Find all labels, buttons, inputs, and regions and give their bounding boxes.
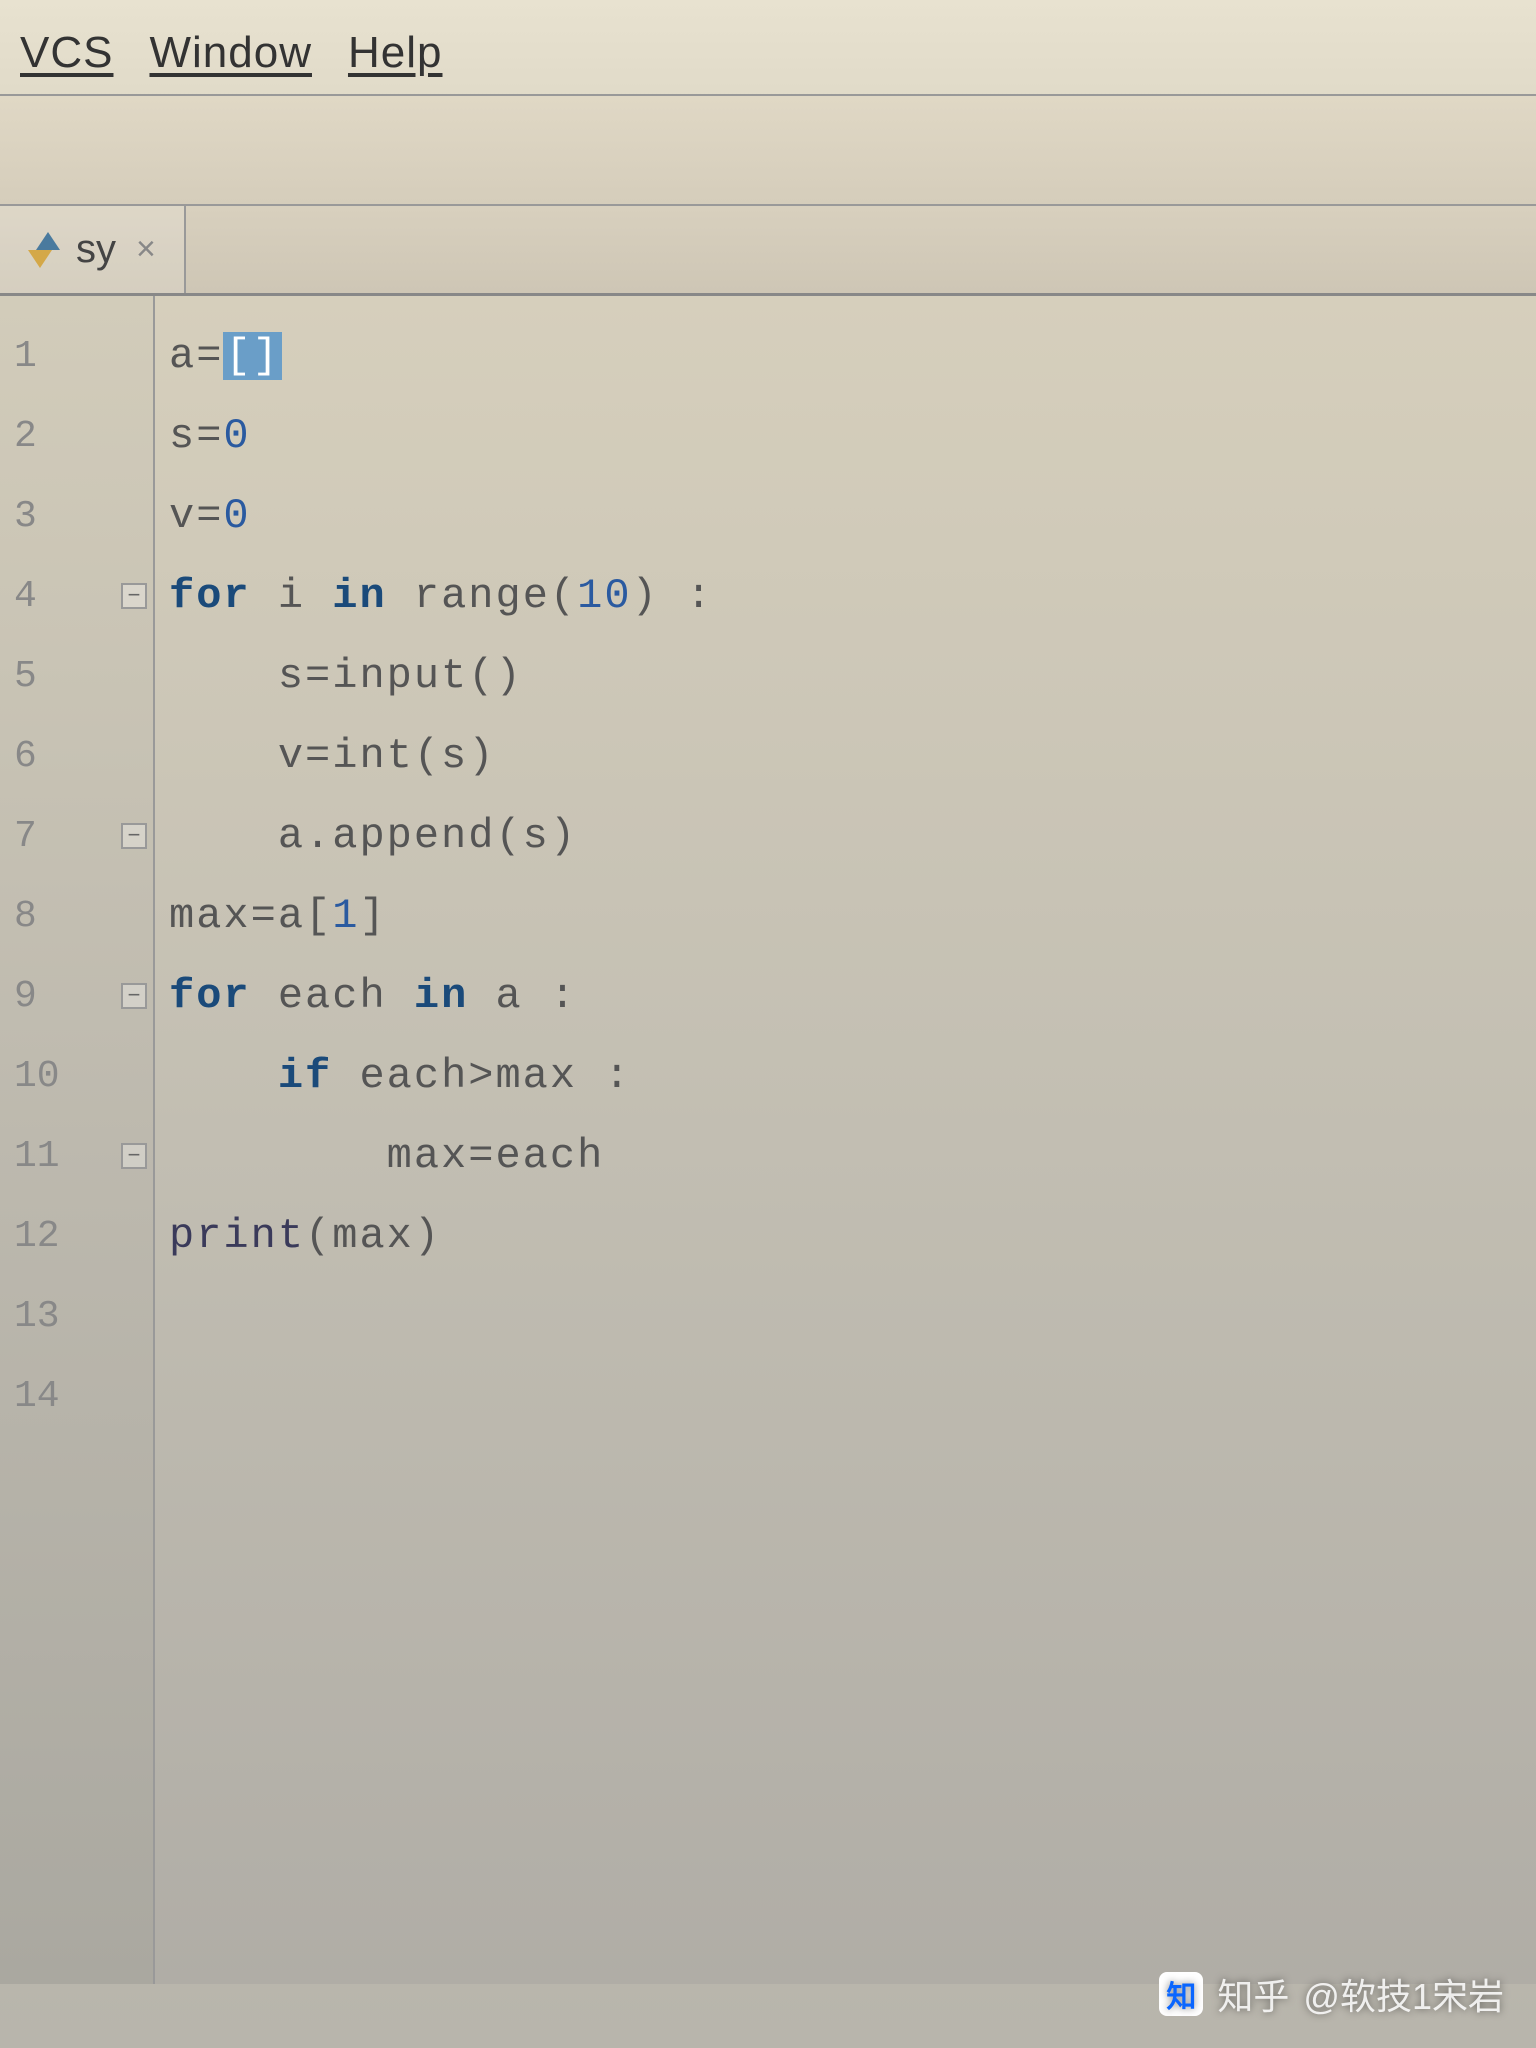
menu-help[interactable]: Help xyxy=(348,28,443,78)
line-number: 5 xyxy=(0,636,153,716)
code-editor[interactable]: a=[]s=0v=0for i in range(10) : s=input()… xyxy=(155,296,1536,1984)
line-number: 13 xyxy=(0,1276,153,1356)
watermark: 知 知乎 @软技1宋岩 xyxy=(1159,1968,1504,2020)
line-number: 6 xyxy=(0,716,153,796)
menu-window[interactable]: Window xyxy=(149,28,312,78)
line-number: 7− xyxy=(0,796,153,876)
line-gutter: 1234−567−89−1011−121314 xyxy=(0,296,155,1984)
line-number: 14 xyxy=(0,1356,153,1436)
watermark-author: @软技1宋岩 xyxy=(1303,1968,1504,2020)
code-line[interactable]: a.append(s) xyxy=(169,796,1536,876)
zhihu-icon: 知 xyxy=(1159,1972,1203,2016)
fold-marker-icon[interactable]: − xyxy=(121,983,147,1009)
code-line[interactable]: max=each xyxy=(169,1116,1536,1196)
editor-tab[interactable]: sy × xyxy=(0,206,186,293)
code-line[interactable]: if each>max : xyxy=(169,1036,1536,1116)
tab-bar: sy × xyxy=(0,206,1536,296)
code-line[interactable] xyxy=(169,1356,1536,1436)
line-number: 12 xyxy=(0,1196,153,1276)
code-line[interactable]: for each in a : xyxy=(169,956,1536,1036)
editor-area: 1234−567−89−1011−121314 a=[]s=0v=0for i … xyxy=(0,296,1536,1984)
watermark-site: 知乎 xyxy=(1217,1968,1289,2020)
ide-window: VCS Window Help sy × 1234−567−89−1011−12… xyxy=(0,0,1536,2048)
code-line[interactable]: s=0 xyxy=(169,396,1536,476)
line-number: 4− xyxy=(0,556,153,636)
code-line[interactable]: for i in range(10) : xyxy=(169,556,1536,636)
tab-label: sy xyxy=(76,227,116,272)
line-number: 3 xyxy=(0,476,153,556)
line-number: 9− xyxy=(0,956,153,1036)
menubar: VCS Window Help xyxy=(0,20,1536,96)
line-number: 2 xyxy=(0,396,153,476)
line-number: 1 xyxy=(0,316,153,396)
fold-marker-icon[interactable]: − xyxy=(121,583,147,609)
close-icon[interactable]: × xyxy=(136,230,156,269)
code-line[interactable] xyxy=(169,1276,1536,1356)
code-line[interactable]: a=[] xyxy=(169,316,1536,396)
code-line[interactable]: v=0 xyxy=(169,476,1536,556)
line-number: 11− xyxy=(0,1116,153,1196)
fold-marker-icon[interactable]: − xyxy=(121,823,147,849)
python-file-icon xyxy=(28,232,64,268)
line-number: 10 xyxy=(0,1036,153,1116)
code-line[interactable]: max=a[1] xyxy=(169,876,1536,956)
line-number: 8 xyxy=(0,876,153,956)
toolbar-area xyxy=(0,96,1536,206)
fold-marker-icon[interactable]: − xyxy=(121,1143,147,1169)
code-line[interactable]: v=int(s) xyxy=(169,716,1536,796)
code-line[interactable]: s=input() xyxy=(169,636,1536,716)
code-line[interactable]: print(max) xyxy=(169,1196,1536,1276)
menu-vcs[interactable]: VCS xyxy=(20,28,113,78)
